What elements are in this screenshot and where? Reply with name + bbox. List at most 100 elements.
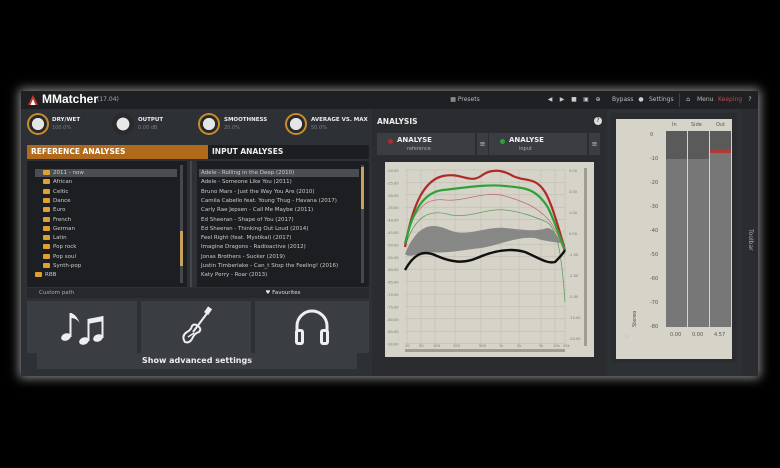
input-track-item[interactable]: Bruno Mars - Just the Way You Are (2010) xyxy=(201,188,315,196)
meter-in-value: 0.00 xyxy=(670,332,682,338)
reference-splitter[interactable] xyxy=(190,161,192,287)
meter-scale-label: -10 xyxy=(650,156,659,162)
reference-scroll-thumb[interactable] xyxy=(180,231,183,266)
x-tick-label: 2k xyxy=(517,344,522,348)
settings-button[interactable]: Settings xyxy=(649,96,674,103)
reference-folder-item[interactable]: Euro xyxy=(43,206,65,214)
input-track-item[interactable]: Ed Sheeran - Thinking Out Loud (2014) xyxy=(201,225,308,233)
favourites-button[interactable]: ♥ Favourites xyxy=(197,288,369,298)
home-icon[interactable]: ⌂ xyxy=(684,96,692,104)
reference-folder-item[interactable]: 2011 - now xyxy=(43,169,84,177)
dry-wet-knob[interactable] xyxy=(27,113,49,135)
input-list[interactable]: Adele - Rolling in the Deep (2010) Adele … xyxy=(197,161,369,287)
link-icon[interactable]: ▣ xyxy=(623,333,631,341)
input-track-item[interactable]: Justin Timberlake - Can_t Stop the Feeli… xyxy=(201,262,338,270)
analysis-help-icon[interactable]: ? xyxy=(594,117,602,125)
show-advanced-settings-button[interactable]: Show advanced settings xyxy=(37,353,357,369)
input-track-item[interactable]: Feel Right (feat. Mystikal) (2017) xyxy=(201,234,291,242)
logo-icon xyxy=(28,95,38,105)
analyse-reference-sub: reference xyxy=(407,146,431,152)
folder-label: Synth-pop xyxy=(53,263,82,269)
help-icon[interactable]: ? xyxy=(746,96,754,104)
average-max-value: 50.0% xyxy=(311,125,327,131)
reference-list[interactable]: 2011 - now African Celtic Dance Euro French Ge… xyxy=(27,161,187,287)
meter-scale-label: -60 xyxy=(650,276,659,282)
meter-out-bar xyxy=(710,152,731,327)
custom-path-button[interactable]: Custom path xyxy=(27,288,197,298)
headphones-button[interactable] xyxy=(255,301,369,353)
reference-folder-item[interactable]: RBB xyxy=(35,271,56,279)
app-title: MMatcher xyxy=(42,92,99,106)
analysis-title: ANALYSIS xyxy=(377,117,418,126)
output-knob[interactable] xyxy=(112,113,134,135)
y-tick-label-left: -90.00 xyxy=(387,343,399,347)
input-track-item[interactable]: Camila Cabello feat. Young Thug - Havana… xyxy=(201,197,337,205)
y-tick-label-left: -85.00 xyxy=(387,330,399,334)
y-tick-label-right: -5.00 xyxy=(569,295,579,299)
analyse-reference-label: ANALYSE xyxy=(397,136,432,144)
headphones-icon xyxy=(295,309,329,345)
reference-folder-item[interactable]: German xyxy=(43,225,75,233)
folder-icon xyxy=(43,170,50,175)
input-track-item[interactable]: Ed Sheeran - Shape of You (2017) xyxy=(201,216,294,224)
menu-button[interactable]: Menu xyxy=(697,96,713,103)
level-meter: In Side Out 0 -10 -20 -30 -40 -50 -60 -70 -80 0.… xyxy=(616,119,732,359)
smoothness-knob[interactable] xyxy=(198,113,220,135)
reference-folder-item[interactable]: African xyxy=(43,178,72,186)
save-icon[interactable]: ■ xyxy=(570,96,578,104)
reference-folder-item[interactable]: Dance xyxy=(43,197,71,205)
input-track-item[interactable]: Adele - Someone Like You (2011) xyxy=(201,178,292,186)
y-tick-label-right: 5.00 xyxy=(569,169,578,173)
prev-preset-icon[interactable]: ◀ xyxy=(546,96,554,104)
spectrum-graph[interactable]: -20.00 -25.00 -30.00 -35.00 -40.00 -45.00 -50.… xyxy=(385,162,594,357)
reference-menu-icon[interactable]: ≡ xyxy=(477,133,488,155)
input-track-item[interactable]: Katy Perry - Roar (2013) xyxy=(201,271,267,279)
reference-folder-item[interactable]: French xyxy=(43,216,71,224)
music-notes-button[interactable] xyxy=(27,301,137,353)
next-preset-icon[interactable]: ▶ xyxy=(558,96,566,104)
reference-analyses-header[interactable]: REFERENCE ANALYSES xyxy=(27,145,208,159)
reference-color-dot xyxy=(388,139,393,144)
input-menu-icon[interactable]: ≡ xyxy=(589,133,600,155)
folder-icon xyxy=(43,197,50,203)
average-max-knob[interactable] xyxy=(285,113,307,135)
guitar-button[interactable] xyxy=(141,301,251,353)
meter-help-icon[interactable]: ? xyxy=(623,344,631,352)
plugin-window: MMatcher (17.04) ▦ Presets ◀ ▶ ■ ▣ ⊕ Byp… xyxy=(21,91,758,376)
input-track-item[interactable]: Carly Rae Jepsen - Call Me Maybe (2011) xyxy=(201,206,313,214)
spectrum-svg: -20.00 -25.00 -30.00 -35.00 -40.00 -45.00 -50.… xyxy=(387,168,587,352)
bypass-button[interactable]: Bypass xyxy=(612,96,633,103)
meter-scale-label: -30 xyxy=(650,204,659,210)
title-bar: MMatcher (17.04) ▦ Presets ◀ ▶ ■ ▣ ⊕ Byp… xyxy=(21,91,758,109)
input-track-item[interactable]: Jonas Brothers - Sucker (2019) xyxy=(201,253,285,261)
divider xyxy=(679,93,680,107)
reference-folder-item[interactable]: Celtic xyxy=(43,188,68,196)
y-tick-label-left: -55.00 xyxy=(387,256,399,260)
input-analyses-header[interactable]: INPUT ANALYSES xyxy=(208,145,369,159)
analyse-input-button[interactable]: ANALYSE input ≡ xyxy=(489,133,600,155)
analyse-input-sub: input xyxy=(519,146,532,152)
bypass-toggle-icon[interactable]: ● xyxy=(637,96,645,104)
y-tick-label-right: -20.00 xyxy=(569,337,581,341)
reference-folder-item[interactable]: Pop soul xyxy=(43,253,76,261)
reference-folder-item[interactable]: Latin xyxy=(43,234,67,242)
input-track-item[interactable]: Imagine Dragons - Radioactive (2012) xyxy=(201,243,306,251)
input-scroll-thumb[interactable] xyxy=(361,167,364,209)
input-color-dot xyxy=(500,139,505,144)
folder-label: Pop rock xyxy=(53,244,77,251)
folder-label: 2011 - now xyxy=(53,170,84,176)
analyse-input-label: ANALYSE xyxy=(509,136,544,144)
presets-button[interactable]: ▦ Presets xyxy=(378,94,552,106)
analyse-reference-button[interactable]: ANALYSE reference ≡ xyxy=(377,133,488,155)
input-track-item[interactable]: Adele - Rolling in the Deep (2010) xyxy=(201,169,294,177)
pause-icon[interactable]: ⏸ xyxy=(623,309,631,317)
reference-folder-item[interactable]: Pop rock xyxy=(43,243,76,251)
folder-label: Pop soul xyxy=(53,253,76,260)
folder-label: French xyxy=(53,216,72,223)
graph-vertical-slider xyxy=(584,168,587,346)
toolbar-panel[interactable]: Toolbar xyxy=(742,109,758,376)
add-icon[interactable]: ⊕ xyxy=(594,96,602,104)
copy-icon[interactable]: ▣ xyxy=(582,96,590,104)
edit-icon[interactable]: ✎ xyxy=(623,322,631,330)
reference-folder-item[interactable]: Synth-pop xyxy=(43,262,81,270)
